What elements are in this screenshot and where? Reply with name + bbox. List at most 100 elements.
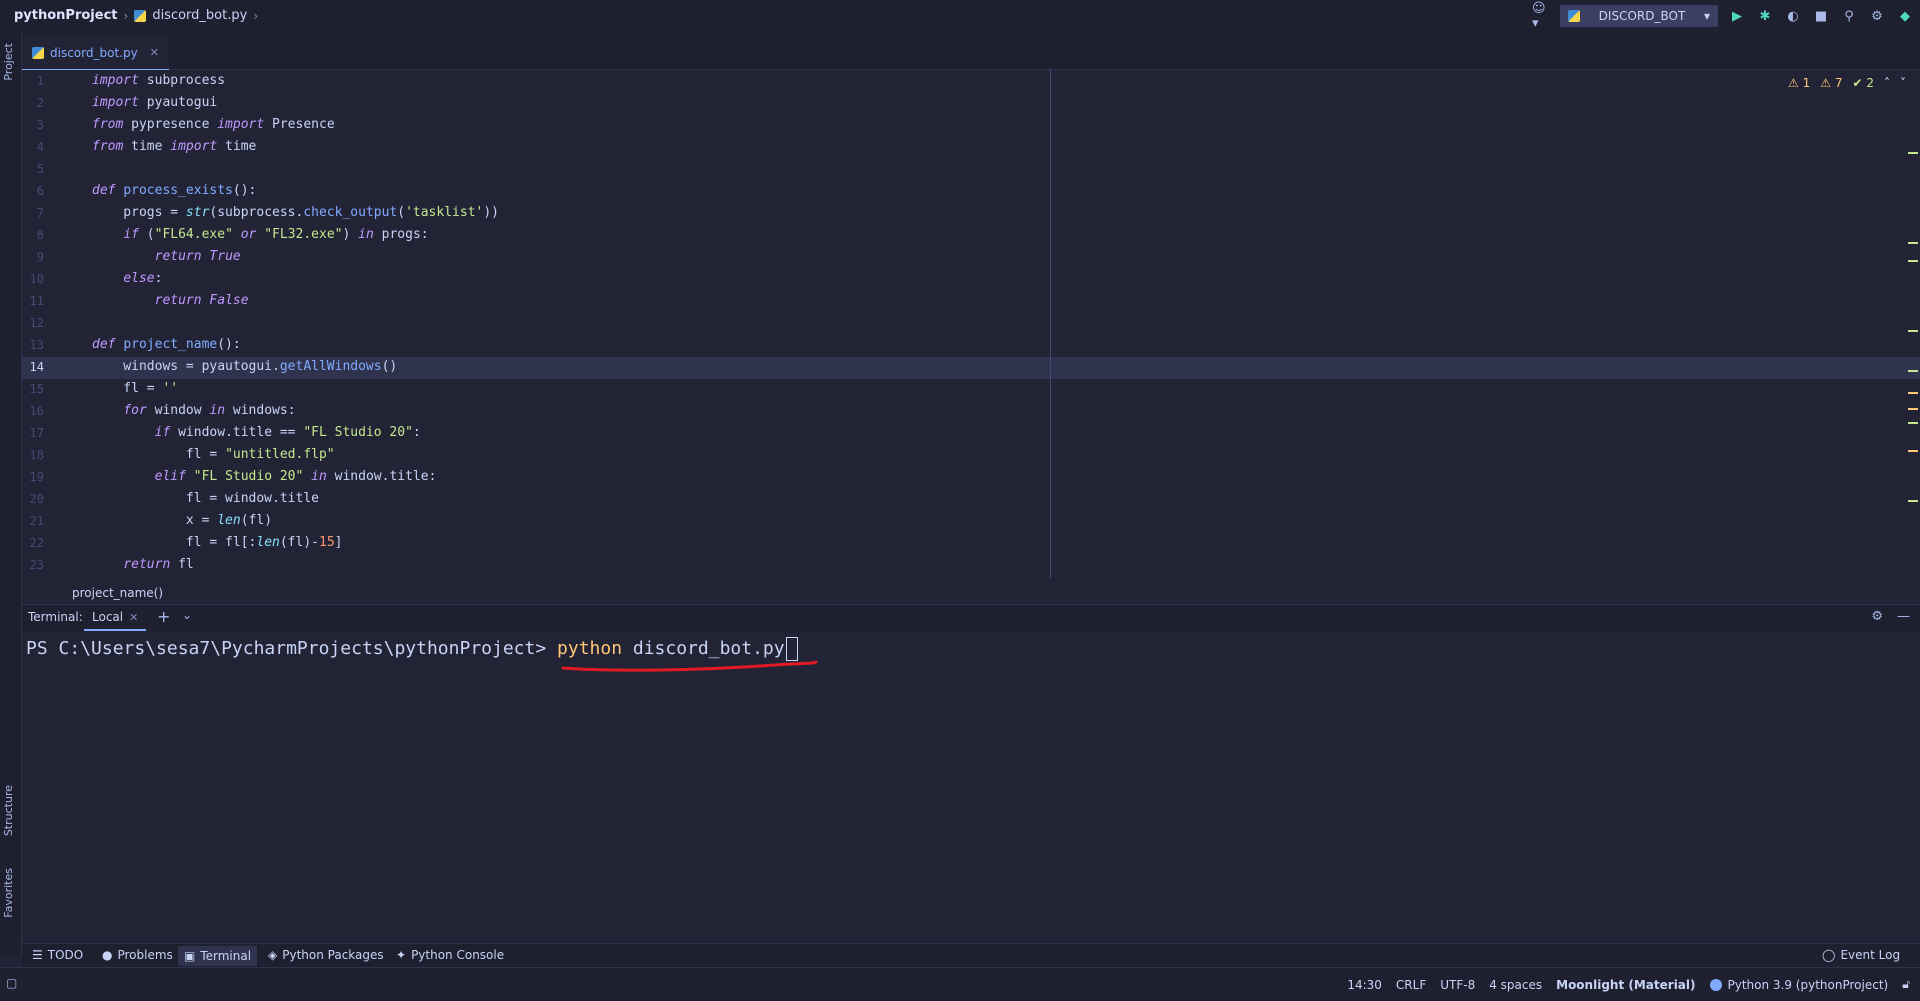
minimize-icon[interactable]: — [1897,609,1910,624]
breadcrumb-file[interactable]: discord_bot.py [152,8,247,23]
tool-tab-todo[interactable]: ☰ TODO [32,948,83,962]
code-line[interactable]: return True [92,246,241,268]
search-icon[interactable]: ⚲ [1840,7,1858,25]
gear-icon[interactable]: ⚙ [1868,7,1886,25]
code-line[interactable]: import pyautogui [92,92,217,114]
error-count[interactable]: ⚠ 1 [1788,76,1810,90]
code-token: (subprocess. [209,205,304,220]
code-token: progs = [92,205,186,220]
code-line[interactable]: if window.title == "FL Studio 20": [92,422,421,444]
plus-icon[interactable]: + [157,607,170,626]
code-token: check_output [303,205,398,220]
code-token: project_name [123,337,218,352]
code-line[interactable]: return fl [92,554,193,576]
layout-icon[interactable]: ▢ [6,976,17,990]
code-line[interactable]: progs = str(subprocess.check_output('tas… [92,202,499,224]
code-line[interactable]: fl = fl[:len(fl)-15] [92,532,343,554]
code-token: "FL64.exe" [154,227,233,242]
user-icon[interactable]: ☺▾ [1532,1,1550,31]
warning-count[interactable]: ⚠ 7 [1820,76,1842,90]
tool-tab-python-console[interactable]: ✦ Python Console [396,948,504,962]
code-line[interactable]: else: [92,268,162,290]
code-token: 15 [319,535,335,550]
code-token: in [311,469,327,484]
lock-icon[interactable]: 🔓︎ [1902,977,1910,992]
gear-icon[interactable]: ⚙ [1871,609,1883,624]
terminal-tab-label: Local [92,610,124,624]
tool-tab-python-packages[interactable]: ◈ Python Packages [268,948,384,962]
tool-tab-event-log[interactable]: ◯ Event Log [1822,948,1900,962]
code-token: fl = fl[: [92,535,257,550]
terminal-prompt-line[interactable]: PS C:\Users\sesa7\PycharmProjects\python… [26,637,798,661]
code-line[interactable]: windows = pyautogui.getAllWindows() [92,356,397,378]
indent-setting[interactable]: 4 spaces [1489,978,1542,992]
code-line[interactable]: fl = '' [92,378,178,400]
code-line[interactable]: from pypresence import Presence [92,114,335,136]
project-tool-tab[interactable]: Project [2,43,15,81]
tool-window-bar: ☰ TODO ● Problems ▣ Terminal ◈ Python Packag… [22,943,1920,968]
terminal-header: Terminal: Local ✕ + ⌄ ⚙ — [22,604,1920,632]
terminal-tab-local[interactable]: Local ✕ [84,605,147,631]
chevron-up-icon[interactable]: ˄ [1884,76,1890,90]
breadcrumb-project[interactable]: pythonProject [14,8,118,23]
code-line[interactable]: fl = "untitled.flp" [92,444,335,466]
code-token: "untitled.flp" [225,447,335,462]
line-number: 20 [29,492,44,506]
chevron-down-icon[interactable]: ⌄ [182,608,192,622]
theme-name[interactable]: Moonlight (Material) [1556,978,1695,992]
code-token: window.title == [170,425,304,440]
code-line[interactable]: elif "FL Studio 20" in window.title: [92,466,437,488]
chevron-down-icon[interactable]: ˅ [1900,76,1906,90]
terminal-output[interactable]: PS C:\Users\sesa7\PycharmProjects\python… [22,631,1920,943]
run-icon[interactable]: ▶ [1728,7,1746,25]
python-file-icon [32,46,44,59]
inspection-widget[interactable]: ⚠ 1 ⚠ 7 ✔ 2 ˄ ˅ [1788,76,1906,90]
code-line[interactable]: def process_exists(): [92,180,256,202]
code-token: ) [342,227,359,242]
file-encoding[interactable]: UTF-8 [1440,978,1475,992]
code-line[interactable]: from time import time [92,136,256,158]
favorites-tool-tab[interactable]: Favorites [2,868,15,918]
line-number: 4 [36,140,44,154]
tool-tab-problems[interactable]: ● Problems [102,948,173,962]
structure-tool-tab[interactable]: Structure [2,785,15,836]
close-icon[interactable]: ✕ [129,611,138,624]
code-line[interactable]: fl = window.title [92,488,319,510]
scroll-marker [1908,370,1918,372]
line-number: 15 [29,382,44,396]
code-line[interactable]: x = len(fl) [92,510,272,532]
debug-icon[interactable]: ✱ [1756,7,1774,25]
close-icon[interactable]: ✕ [150,46,159,59]
code-line[interactable]: for window in windows: [92,400,295,422]
code-token: process_exists [123,183,233,198]
line-separator[interactable]: CRLF [1396,978,1426,992]
code-token: window.title: [326,469,437,484]
scroll-marker [1908,242,1918,244]
coverage-icon[interactable]: ◐ [1784,7,1802,25]
stop-icon[interactable]: ■ [1812,7,1830,25]
code-token: pypresence [131,117,218,132]
ide-update-icon[interactable]: ◆ [1896,7,1914,25]
line-number: 10 [29,272,44,286]
code-breadcrumb[interactable]: project_name() [72,586,163,600]
code-token: fl = window.title [92,491,319,506]
tool-tab-terminal[interactable]: ▣ Terminal [178,946,258,966]
editor-scrollbar[interactable] [1906,90,1920,570]
code-line[interactable]: def project_name(): [92,334,241,356]
terminal-cursor [785,637,798,661]
code-line[interactable]: if ("FL64.exe" or "FL32.exe") in progs: [92,224,428,246]
typo-count[interactable]: ✔ 2 [1852,76,1874,90]
caret-position[interactable]: 14:30 [1347,978,1382,992]
interpreter-selector[interactable]: Python 3.9 (pythonProject) [1709,978,1888,992]
python-file-icon [134,9,147,22]
code-token: window [146,403,210,418]
run-configuration-select[interactable]: DISCORD_BOT ▾ [1560,5,1718,27]
editor-tab-discord-bot[interactable]: discord_bot.py ✕ [22,36,169,71]
code-editor[interactable]: 1 2 3 4 5 6 7 8 9 10 11 12 13 14 15 16 17 18 19 20 21 22 23 im… [22,70,1920,578]
code-line[interactable]: import subprocess [92,70,225,92]
code-line[interactable]: return False [92,290,249,312]
code-token: "FL Studio 20" [193,469,304,484]
